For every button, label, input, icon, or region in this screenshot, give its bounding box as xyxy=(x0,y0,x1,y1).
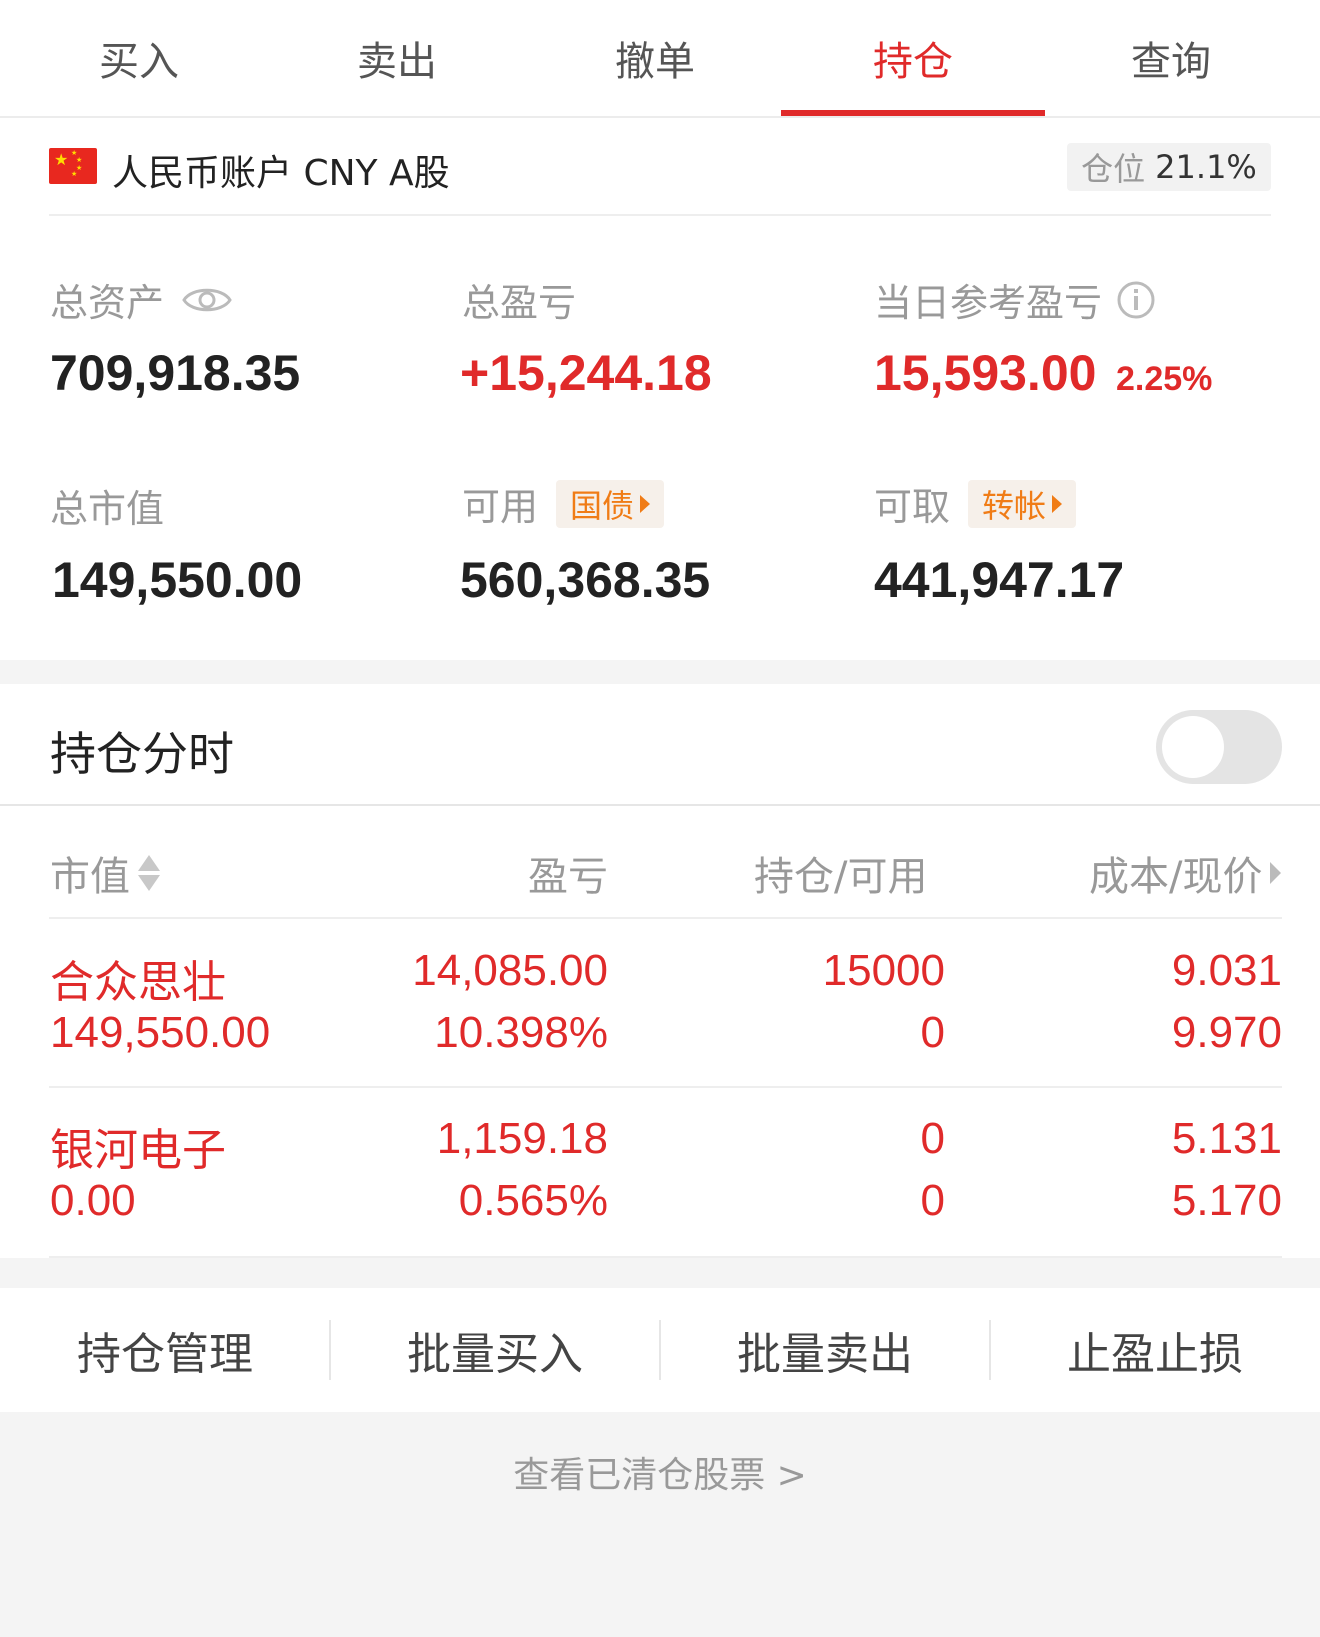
holdings-management-button[interactable]: 持仓管理 xyxy=(0,1288,330,1412)
position-ratio-value: 21.1% xyxy=(1155,148,1257,186)
header-pnl-label: 盈亏 xyxy=(528,854,608,900)
stock-position: 0 xyxy=(920,1114,945,1163)
active-tab-indicator xyxy=(781,110,1045,116)
withdrawable-label: 可取 xyxy=(874,485,951,529)
sort-icon xyxy=(138,853,160,893)
position-ratio-label: 仓位 xyxy=(1081,150,1146,188)
tab-bar: 买入 卖出 撤单 持仓 查询 xyxy=(0,0,1320,118)
stock-pnl: 14,085.00 xyxy=(412,946,608,995)
stock-pnl: 1,159.18 xyxy=(436,1114,608,1163)
toggle-knob xyxy=(1162,716,1224,778)
treasury-bond-button[interactable]: 国债 xyxy=(556,479,665,528)
stock-available: 0 xyxy=(920,1176,945,1225)
stock-name: 银河电子 xyxy=(50,1125,226,1176)
divider xyxy=(49,214,1271,216)
market-value-label-text: 总市值 xyxy=(50,487,165,531)
total-pnl-label: 总盈亏 xyxy=(462,272,576,327)
tab-query[interactable]: 查询 xyxy=(1042,0,1300,116)
divider xyxy=(49,1256,1282,1258)
treasury-bond-label: 国债 xyxy=(570,486,635,525)
total-assets-value: 709,918.35 xyxy=(50,345,301,401)
position-ratio-badge: 仓位 21.1% xyxy=(1067,143,1271,191)
header-position-label: 持仓/可用 xyxy=(754,854,928,900)
stock-cost: 9.031 xyxy=(1171,946,1282,995)
available-label: 可用 xyxy=(462,485,539,529)
intraday-holdings-row: 持仓分时 xyxy=(0,684,1320,806)
intraday-holdings-title: 持仓分时 xyxy=(50,727,234,781)
batch-sell-button[interactable]: 批量卖出 xyxy=(660,1288,990,1412)
stock-available: 0 xyxy=(920,1008,945,1057)
intraday-holdings-toggle[interactable] xyxy=(1156,710,1282,784)
stock-name: 合众思壮 xyxy=(50,957,226,1008)
daily-pnl-percent: 2.25% xyxy=(1116,360,1213,398)
stock-market-value: 149,550.00 xyxy=(50,1008,271,1057)
market-value-value: 149,550.00 xyxy=(52,552,303,608)
info-icon[interactable] xyxy=(1116,280,1156,320)
header-market-value-label: 市值 xyxy=(50,854,130,900)
stop-profit-loss-button[interactable]: 止盈止损 xyxy=(990,1288,1320,1412)
tab-cancel[interactable]: 撤单 xyxy=(526,0,784,116)
account-name: 人民币账户 CNY A股 xyxy=(112,153,450,194)
withdrawable-value: 441,947.17 xyxy=(874,552,1125,608)
daily-pnl-label-group: 当日参考盈亏 xyxy=(874,272,1156,327)
available-label-group: 可用 国债 xyxy=(462,476,665,531)
header-pnl: 盈亏 xyxy=(528,844,608,902)
tab-sell[interactable]: 卖出 xyxy=(268,0,526,116)
total-pnl-label-text: 总盈亏 xyxy=(462,281,577,325)
stock-pnl-percent: 10.398% xyxy=(434,1008,608,1057)
total-assets-label-group: 总资产 xyxy=(50,272,232,327)
available-value: 560,368.35 xyxy=(460,552,711,608)
divider xyxy=(49,917,1282,919)
arrow-right-icon xyxy=(1052,494,1063,513)
action-bar: 持仓管理 批量买入 批量卖出 止盈止损 xyxy=(0,1288,1320,1412)
withdrawable-label-group: 可取 转帐 xyxy=(874,476,1077,531)
arrow-right-icon xyxy=(1270,862,1282,884)
market-value-label: 总市值 xyxy=(50,478,164,533)
stock-position: 15000 xyxy=(822,946,945,995)
eye-icon[interactable] xyxy=(182,284,232,316)
header-cost-price-label: 成本/现价 xyxy=(1089,854,1263,900)
stock-price: 9.970 xyxy=(1171,1008,1282,1057)
batch-buy-button[interactable]: 批量买入 xyxy=(330,1288,660,1412)
stock-pnl-percent: 0.565% xyxy=(458,1176,608,1225)
daily-pnl-label: 当日参考盈亏 xyxy=(874,281,1103,325)
header-market-value[interactable]: 市值 xyxy=(50,844,160,902)
stock-price: 5.170 xyxy=(1171,1176,1282,1225)
transfer-button[interactable]: 转帐 xyxy=(968,479,1077,528)
tab-holdings[interactable]: 持仓 xyxy=(784,0,1042,116)
arrow-right-icon xyxy=(640,494,651,513)
daily-pnl-value: 15,593.00 xyxy=(874,345,1097,401)
stock-market-value: 0.00 xyxy=(50,1176,136,1225)
total-pnl-value: +15,244.18 xyxy=(460,345,712,401)
transfer-label: 转帐 xyxy=(982,486,1047,525)
header-position: 持仓/可用 xyxy=(754,844,927,902)
china-flag-icon: ★ ★ ★ ★ ★ xyxy=(49,148,97,184)
header-cost-price[interactable]: 成本/现价 xyxy=(1089,844,1282,902)
view-cleared-stocks-link[interactable]: 查看已清仓股票 > xyxy=(0,1446,1320,1498)
divider xyxy=(49,1086,1282,1088)
holdings-table: 市值 盈亏 持仓/可用 成本/现价 合众思壮 149,550.00 14,085… xyxy=(0,806,1320,1258)
tab-buy[interactable]: 买入 xyxy=(10,0,268,116)
stock-cost: 5.131 xyxy=(1171,1114,1282,1163)
total-assets-label: 总资产 xyxy=(50,281,165,325)
